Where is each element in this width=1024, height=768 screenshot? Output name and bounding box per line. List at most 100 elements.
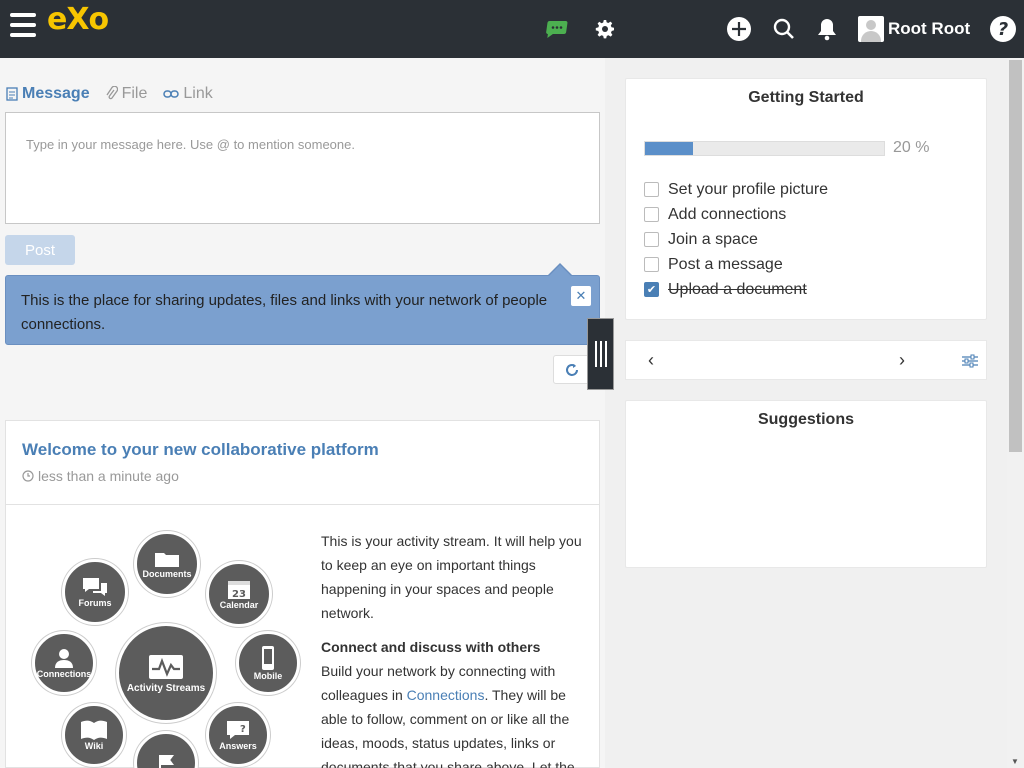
message-input[interactable]: Type in your message here. Use @ to ment… [5, 112, 600, 224]
activity-streams-label: Activity Streams [126, 682, 206, 694]
tab-link-label: Link [183, 85, 213, 102]
suggestions-card: Suggestions [625, 400, 987, 568]
task-checkbox[interactable] [644, 232, 659, 247]
activity-time-text: less than a minute ago [38, 468, 179, 484]
task-checkbox[interactable]: ✔ [644, 282, 659, 297]
task-item[interactable]: Set your profile picture [644, 177, 828, 202]
forums-bubble: Forums [62, 559, 128, 625]
platform-diagram: Activity Streams Documents 23 Calendar M… [26, 531, 306, 768]
connections-link[interactable]: Connections [407, 687, 485, 703]
scrollbar-thumb[interactable] [1009, 60, 1022, 452]
activity-header: Welcome to your new collaborative platfo… [6, 421, 599, 505]
wiki-bubble: Wiki [62, 703, 126, 767]
message-placeholder: Type in your message here. Use @ to ment… [26, 137, 355, 152]
refresh-icon [565, 363, 578, 376]
person-icon [55, 649, 73, 668]
paperclip-icon [106, 86, 118, 100]
spaces-bubble [134, 731, 198, 768]
info-popover-text: This is the place for sharing updates, f… [21, 292, 548, 333]
chat-icon[interactable] [541, 14, 571, 44]
task-list: Set your profile picture Add connections J… [644, 177, 828, 302]
task-label: Post a message [668, 255, 783, 273]
pulse-icon [149, 654, 183, 679]
task-checkbox[interactable] [644, 207, 659, 222]
tab-link[interactable]: Link [163, 85, 213, 103]
menu-icon[interactable] [10, 13, 36, 37]
add-icon[interactable] [724, 14, 754, 44]
progress-fill [645, 142, 693, 155]
activity-streams-bubble: Activity Streams [116, 623, 216, 723]
tab-file-label: File [121, 85, 148, 102]
task-label: Set your profile picture [668, 180, 829, 198]
svg-text:?: ? [998, 19, 1008, 40]
composer-tabs: Message File Link [6, 85, 213, 103]
getting-started-card: Getting Started 20 % Set your profile pi… [625, 78, 987, 320]
calendar-label: Calendar [219, 600, 259, 610]
answers-label: Answers [219, 741, 257, 751]
documents-label: Documents [142, 569, 192, 579]
filter-settings-icon[interactable] [961, 354, 979, 368]
help-icon[interactable]: ? [988, 14, 1018, 44]
activity-section-title: Connect and discuss with others [321, 639, 541, 655]
forums-label: Forums [78, 598, 112, 608]
folder-icon [155, 553, 179, 567]
calendar-icon: 23 [228, 581, 250, 600]
task-checkbox[interactable] [644, 257, 659, 272]
refresh-button[interactable] [553, 355, 590, 384]
clock-icon [22, 470, 34, 482]
mobile-bubble: Mobile [236, 631, 300, 695]
tab-message-label: Message [22, 85, 90, 102]
wiki-label: Wiki [84, 741, 104, 751]
chat-bubbles-icon [83, 578, 107, 596]
connections-bubble: Connections [32, 631, 96, 695]
bell-icon[interactable] [812, 14, 842, 44]
activity-intro: This is your activity stream. It will he… [321, 533, 582, 621]
calendar-date: 23 [232, 589, 246, 600]
column-splitter-handle[interactable] [587, 318, 614, 390]
documents-bubble: Documents [134, 531, 200, 597]
user-name[interactable]: Root Root [888, 19, 970, 39]
activity-time: less than a minute ago [22, 468, 179, 484]
exo-logo[interactable]: eXo [47, 2, 109, 37]
svg-text:?: ? [240, 724, 246, 735]
document-icon [6, 87, 18, 101]
suggestions-title: Suggestions [757, 411, 854, 428]
mobile-label: Mobile [253, 671, 283, 681]
task-item[interactable]: Add connections [644, 202, 828, 227]
next-button[interactable]: › [899, 350, 905, 371]
mobile-icon [262, 646, 274, 670]
activity-item: Welcome to your new collaborative platfo… [5, 420, 600, 768]
previous-button[interactable]: ‹ [648, 350, 654, 371]
getting-started-title: Getting Started [748, 89, 864, 106]
close-icon[interactable]: ✕ [571, 286, 591, 306]
calendar-bubble: 23 Calendar [206, 561, 272, 627]
suggestions-navigator: ‹ › [625, 340, 987, 380]
user-menu[interactable]: Root Root [858, 16, 970, 42]
tab-file[interactable]: File [106, 85, 148, 103]
post-button[interactable]: Post [5, 235, 75, 265]
task-item[interactable]: Post a message [644, 252, 828, 277]
avatar[interactable] [858, 16, 884, 42]
gear-icon[interactable] [590, 14, 620, 44]
question-bubble-icon: ? [227, 721, 249, 739]
progress-bar [644, 141, 885, 156]
activity-body: This is your activity stream. It will he… [321, 529, 591, 768]
task-label: Upload a document [668, 280, 807, 298]
activity-stream-column: Message File Link Type in your message h… [0, 58, 605, 768]
task-item[interactable]: ✔ Upload a document [644, 277, 828, 302]
tab-message[interactable]: Message [6, 85, 90, 103]
flag-icon [159, 755, 174, 768]
answers-bubble: ? Answers [206, 703, 270, 767]
task-label: Join a space [668, 230, 758, 248]
page-scrollbar[interactable]: ▼ [1007, 58, 1024, 768]
top-navbar: eXo Root Root ? [0, 0, 1024, 58]
progress-percent: 20 % [893, 139, 930, 156]
task-item[interactable]: Join a space [644, 227, 828, 252]
scroll-down-arrow[interactable]: ▼ [1011, 757, 1019, 766]
task-checkbox[interactable] [644, 182, 659, 197]
search-icon[interactable] [769, 14, 799, 44]
activity-title[interactable]: Welcome to your new collaborative platfo… [22, 440, 379, 460]
task-label: Add connections [668, 205, 787, 223]
connections-label: Connections [36, 669, 92, 679]
activity-section-text: Build your network by connecting with co… [321, 659, 591, 768]
